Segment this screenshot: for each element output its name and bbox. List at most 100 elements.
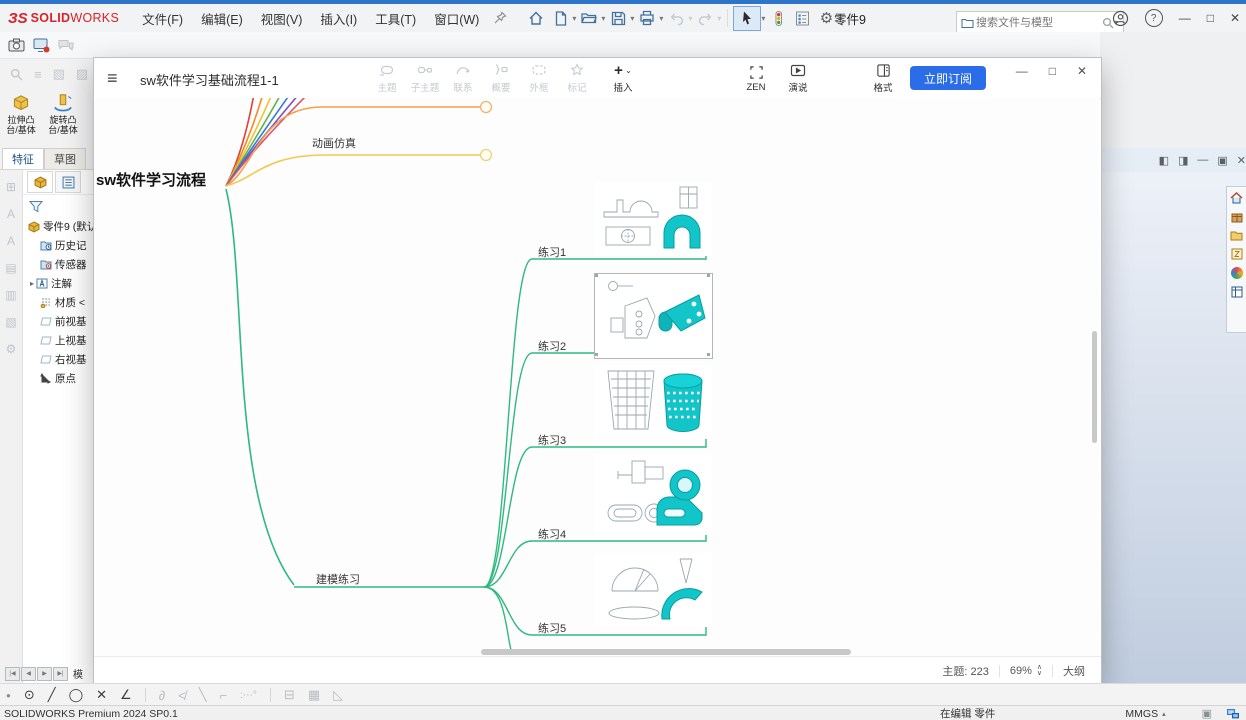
file-explorer-icon[interactable]: [1230, 230, 1243, 241]
help-icon[interactable]: ?: [1144, 9, 1163, 27]
present-button[interactable]: 演说: [781, 63, 815, 94]
tree-item-front-plane[interactable]: 前视基: [26, 312, 93, 331]
doc-close-icon[interactable]: ✕: [1237, 154, 1246, 167]
screenshot-camera-icon[interactable]: [8, 38, 25, 52]
featuremanager-tab-icon[interactable]: [27, 171, 53, 193]
mindmap-close-button[interactable]: ✕: [1077, 64, 1087, 78]
model-tab[interactable]: 模: [73, 666, 83, 681]
pin-menu-icon[interactable]: [489, 7, 511, 29]
tree-item-right-plane[interactable]: 右视基: [26, 350, 93, 369]
menu-view[interactable]: 视图(V): [252, 4, 312, 32]
menu-insert[interactable]: 插入(I): [311, 4, 366, 32]
extruded-boss-button[interactable]: 拉伸凸 台/基体: [0, 91, 42, 143]
menu-edit[interactable]: 编辑(E): [192, 4, 252, 32]
doc-restore-icon[interactable]: ▣: [1217, 154, 1227, 167]
tree-item-part[interactable]: 零件9 (默认: [26, 217, 93, 236]
point-tool-icon[interactable]: ●: [6, 691, 11, 700]
search-input[interactable]: [974, 15, 1102, 30]
resources-home-icon[interactable]: [1230, 192, 1243, 204]
account-icon[interactable]: [1112, 10, 1129, 27]
tree-item-origin[interactable]: 原点: [26, 369, 93, 388]
maximize-button[interactable]: □: [1207, 11, 1214, 25]
screen-record-icon[interactable]: [33, 38, 50, 53]
practice-image-3[interactable]: [594, 365, 711, 439]
propertymanager-tab-icon[interactable]: [55, 171, 81, 193]
menu-file[interactable]: 文件(F): [133, 4, 192, 32]
practice-image-2[interactable]: [594, 273, 713, 359]
tree-item-annotations[interactable]: ▸ 注解: [26, 274, 93, 293]
filter-funnel-icon[interactable]: [29, 200, 43, 213]
hamburger-menu-icon[interactable]: ≡: [107, 68, 118, 89]
design-library-icon[interactable]: [1231, 211, 1243, 223]
minimize-button[interactable]: —: [1179, 11, 1191, 25]
menu-window[interactable]: 窗口(W): [425, 4, 488, 32]
tool-insert[interactable]: + ⌄ 插入: [606, 63, 640, 94]
dock-left-icon[interactable]: ◧: [1159, 154, 1169, 167]
node-practice-2[interactable]: 练习2: [538, 338, 566, 354]
tree-item-history[interactable]: 历史记: [26, 236, 93, 255]
units-selector[interactable]: MMGS: [1125, 708, 1158, 720]
expander-icon[interactable]: ▸: [30, 279, 34, 288]
search-box[interactable]: ▾: [956, 11, 1124, 34]
mindmap-minimize-button[interactable]: —: [1016, 64, 1028, 78]
undo-icon[interactable]: [665, 7, 687, 29]
doc-minimize-icon[interactable]: —: [1197, 154, 1208, 166]
outline-button[interactable]: 大纲: [1063, 663, 1085, 679]
prev-tab-button[interactable]: ◀: [21, 666, 36, 681]
redo-icon[interactable]: [694, 7, 716, 29]
zoom-level[interactable]: 69%: [1010, 665, 1032, 677]
menu-tools[interactable]: 工具(T): [366, 4, 425, 32]
vertical-scrollbar[interactable]: [1092, 331, 1097, 443]
format-button[interactable]: 格式: [866, 63, 900, 94]
open-caret-icon[interactable]: ▾: [601, 14, 605, 23]
subscribe-button[interactable]: 立即订阅: [910, 66, 986, 90]
spline-tool-icon[interactable]: ✕: [96, 687, 107, 703]
node-modeling[interactable]: 建模练习: [316, 571, 360, 587]
custom-properties-icon[interactable]: [1231, 286, 1243, 298]
dock-right-icon[interactable]: ◨: [1178, 154, 1188, 167]
collapsed-node-badge[interactable]: [479, 148, 493, 162]
mindmap-maximize-button[interactable]: □: [1049, 64, 1056, 78]
practice-image-4[interactable]: [594, 455, 711, 535]
tab-features[interactable]: 特征: [2, 148, 44, 169]
circle-tool-icon[interactable]: ⊙: [24, 687, 35, 703]
new-caret-icon[interactable]: ▾: [572, 14, 576, 23]
view-palette-icon[interactable]: [1231, 248, 1243, 260]
save-icon[interactable]: [607, 7, 629, 29]
tree-item-sensors[interactable]: 传感器: [26, 255, 93, 274]
tree-item-material[interactable]: 材质 <: [26, 293, 93, 312]
collapsed-node-badge[interactable]: [479, 100, 493, 114]
select-cursor-button[interactable]: [733, 5, 762, 31]
polyline-tool-icon[interactable]: ∠: [120, 687, 132, 703]
appearances-icon[interactable]: [1230, 267, 1243, 279]
tag-icon[interactable]: ▣: [1202, 707, 1212, 720]
root-node[interactable]: sw软件学习流程: [96, 169, 206, 190]
next-tab-button[interactable]: ▶: [37, 666, 52, 681]
zen-mode-button[interactable]: ZEN: [739, 65, 773, 93]
select-caret-icon[interactable]: ▾: [761, 14, 765, 23]
print-caret-icon[interactable]: ▾: [659, 14, 663, 23]
zoom-stepper-icon[interactable]: ∧ ∨: [1037, 664, 1042, 677]
ellipse-tool-icon[interactable]: ◯: [69, 687, 84, 703]
practice-image-5[interactable]: [594, 553, 711, 627]
print-icon[interactable]: [636, 7, 658, 29]
save-caret-icon[interactable]: ▾: [630, 14, 634, 23]
line-tool-icon[interactable]: ╱: [48, 687, 56, 703]
last-tab-button[interactable]: ▶|: [53, 666, 68, 681]
units-caret-icon[interactable]: ▴: [1162, 710, 1166, 718]
node-practice-1[interactable]: 练习1: [538, 244, 566, 260]
first-tab-button[interactable]: |◀: [5, 666, 20, 681]
mindmap-canvas[interactable]: sw软件学习流程 动画仿真 建模练习 练习1 练习2 练习3 练习4 练习5: [94, 98, 1099, 656]
practice-image-1[interactable]: [594, 182, 711, 256]
open-file-icon[interactable]: [578, 7, 600, 29]
revolved-boss-button[interactable]: 旋转凸 台/基体: [42, 91, 84, 143]
tab-sketch[interactable]: 草图: [44, 148, 86, 169]
node-practice-3[interactable]: 练习3: [538, 432, 566, 448]
new-document-icon[interactable]: [549, 7, 571, 29]
home-icon[interactable]: [525, 7, 547, 29]
close-button[interactable]: ✕: [1230, 11, 1240, 25]
node-animation[interactable]: 动画仿真: [312, 135, 356, 151]
node-practice-5[interactable]: 练习5: [538, 620, 566, 636]
node-practice-4[interactable]: 练习4: [538, 526, 566, 542]
tree-item-top-plane[interactable]: 上视基: [26, 331, 93, 350]
